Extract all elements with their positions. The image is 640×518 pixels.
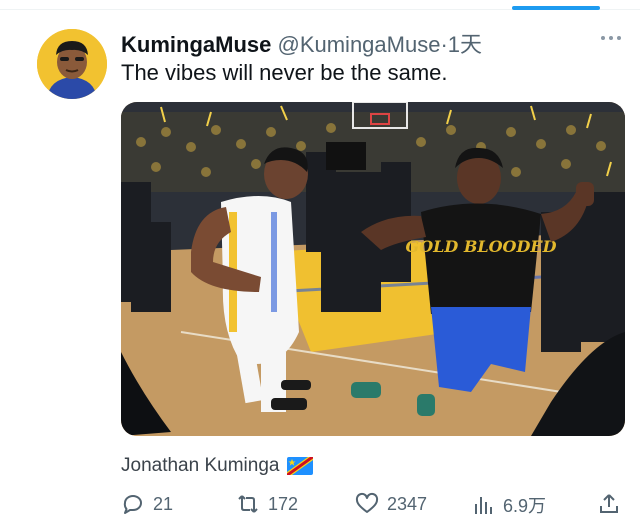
- view-count: 6.9万: [503, 496, 547, 516]
- display-name[interactable]: KumingaMuse: [121, 32, 271, 57]
- user-handle[interactable]: @KumingaMuse: [277, 32, 440, 57]
- reply-button[interactable]: 21: [121, 492, 173, 516]
- caption-text: Jonathan Kuminga: [121, 455, 280, 476]
- like-count: 2347: [387, 493, 428, 514]
- separator-dot: ·: [440, 32, 448, 57]
- reply-icon: [123, 495, 142, 514]
- tweet-text: The vibes will never be the same.: [121, 60, 448, 85]
- avatar[interactable]: [37, 29, 107, 99]
- heart-icon: [355, 492, 379, 513]
- like-button[interactable]: 2347: [355, 492, 427, 516]
- tab-indicator: [512, 6, 600, 10]
- congo-flag-icon: [287, 457, 314, 475]
- retweet-button[interactable]: 172: [236, 492, 298, 516]
- tweet-time[interactable]: 1天: [448, 32, 482, 57]
- retweet-icon: [238, 495, 258, 513]
- tweet-header: KumingaMuse @KumingaMuse·1天: [121, 27, 482, 59]
- photo-caption: Jonathan Kuminga: [121, 455, 314, 477]
- share-icon: [600, 494, 618, 513]
- shirt-text: GOLD BLOODED: [406, 237, 557, 256]
- share-button[interactable]: [597, 492, 621, 516]
- tweet-photo[interactable]: GOLD BLOODED: [121, 102, 625, 436]
- reply-count: 21: [153, 493, 174, 514]
- tweet-actions: 21 172 2347 6.9万: [121, 492, 625, 518]
- views-button[interactable]: 6.9万: [471, 492, 546, 518]
- more-dots-icon[interactable]: [598, 30, 624, 46]
- retweet-count: 172: [268, 493, 299, 514]
- views-chart-icon: [475, 497, 492, 514]
